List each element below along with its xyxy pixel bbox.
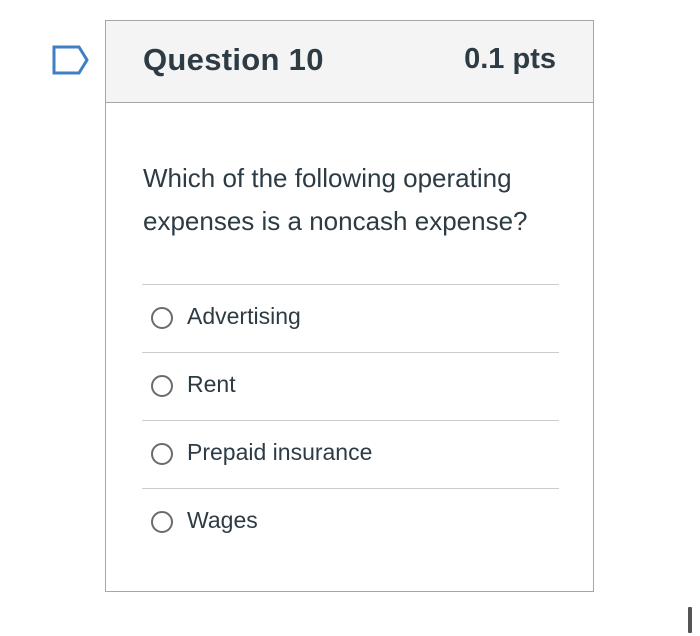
radio-unchecked-icon[interactable] (151, 443, 173, 465)
answer-label[interactable]: Advertising (187, 303, 301, 330)
answer-label[interactable]: Prepaid insurance (187, 439, 372, 466)
question-card: Question 10 0.1 pts Which of the followi… (105, 20, 594, 592)
answer-label[interactable]: Wages (187, 507, 258, 534)
radio-unchecked-icon[interactable] (151, 375, 173, 397)
question-points: 0.1 pts (464, 43, 556, 75)
flag-question-icon[interactable] (52, 45, 90, 75)
radio-unchecked-icon[interactable] (151, 307, 173, 329)
answer-option-rent[interactable]: Rent (142, 352, 559, 420)
question-text: Which of the following operating expense… (143, 163, 528, 236)
question-header: Question 10 0.1 pts (106, 21, 593, 103)
text-cursor (688, 607, 692, 633)
answer-option-advertising[interactable]: Advertising (142, 284, 559, 352)
answer-list: Advertising Rent Prepaid insurance Wages (142, 284, 559, 556)
answer-option-prepaid-insurance[interactable]: Prepaid insurance (142, 420, 559, 488)
answer-label[interactable]: Rent (187, 371, 236, 398)
radio-unchecked-icon[interactable] (151, 511, 173, 533)
answer-option-wages[interactable]: Wages (142, 488, 559, 556)
question-title: Question 10 (143, 42, 324, 77)
